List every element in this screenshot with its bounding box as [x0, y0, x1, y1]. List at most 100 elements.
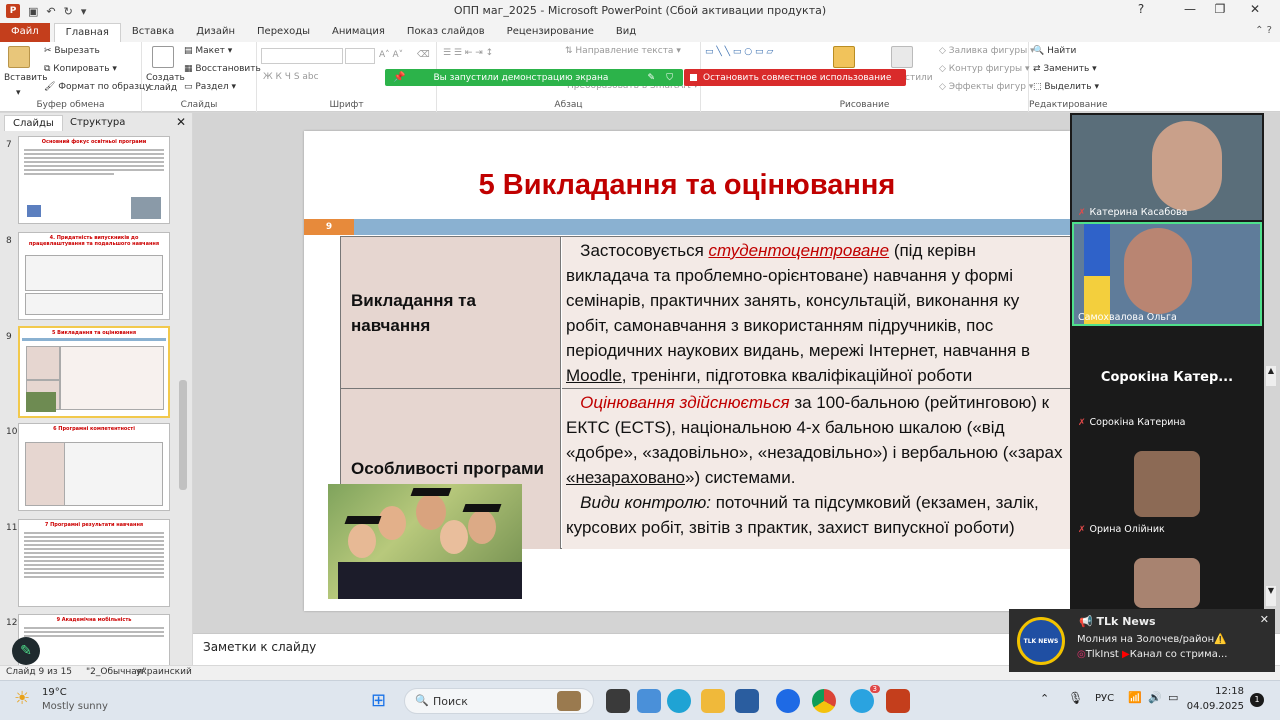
paste-button[interactable]: Вставить	[4, 73, 48, 83]
tab-view[interactable]: Вид	[605, 23, 647, 42]
new-slide-button[interactable]: Создать слайд	[146, 73, 185, 93]
paste-icon[interactable]	[8, 46, 30, 68]
notification-toast[interactable]: TLK NEWS 📢 TLk News Молния на Золочев/ра…	[1009, 609, 1275, 672]
tab-review[interactable]: Рецензирование	[496, 23, 605, 42]
layout-button[interactable]: ▤ Макет ▾	[184, 46, 232, 56]
arrange-icon[interactable]	[833, 46, 855, 68]
grow-font-icon[interactable]: A˄ A˅	[379, 50, 403, 60]
telegram-icon[interactable]: 3	[850, 685, 880, 713]
input-language[interactable]: РУС	[1095, 693, 1114, 704]
minimize-button[interactable]: —	[1175, 2, 1205, 16]
battery-icon[interactable]: ▭	[1168, 691, 1178, 704]
clock-time[interactable]: 12:18	[1196, 686, 1244, 697]
quick-styles-button[interactable]: стили	[905, 73, 933, 83]
close-panel-icon[interactable]: ✕	[176, 115, 186, 129]
tab-animation[interactable]: Анимация	[321, 23, 396, 42]
shape-fill-button[interactable]: ◇ Заливка фигуры ▾	[939, 46, 1035, 56]
participant-tile[interactable]: ✗ Орина Олійник	[1072, 435, 1262, 540]
tab-slides[interactable]: Слайды	[4, 115, 63, 131]
redo-icon[interactable]: ↻	[64, 5, 73, 18]
weather-desc[interactable]: Mostly sunny	[42, 701, 108, 712]
clear-format-icon[interactable]: ⌫	[417, 50, 430, 60]
font-style-icons[interactable]: Ж К Ч S abc	[263, 72, 319, 82]
volume-icon[interactable]: 🔊	[1148, 691, 1162, 704]
slide-title[interactable]: 5 Викладання та оцінювання	[304, 169, 1070, 202]
slide-thumbnail-7[interactable]: Основний фокус освітньої програми	[18, 136, 170, 224]
participant-tile[interactable]	[1072, 542, 1262, 608]
sun-icon[interactable]: ☀	[14, 688, 30, 709]
select-button[interactable]: ⬚ Выделить ▾	[1033, 82, 1099, 92]
reset-button[interactable]: ▦ Восстановить	[184, 64, 261, 74]
tab-home[interactable]: Главная	[53, 23, 121, 42]
font-name-input[interactable]	[261, 48, 343, 64]
weather-temp[interactable]: 19°C	[42, 687, 67, 698]
stop-sharing-button[interactable]: Остановить совместное использование	[684, 69, 906, 86]
tab-file[interactable]: Файл	[0, 23, 50, 42]
slide-thumbnail-10[interactable]: 6 Програмні компетентності	[18, 423, 170, 511]
tab-transitions[interactable]: Переходы	[246, 23, 321, 42]
graduates-photo[interactable]	[328, 484, 522, 599]
task-view-icon[interactable]	[606, 689, 630, 713]
font-size-input[interactable]	[345, 48, 375, 64]
zoom-icon[interactable]	[776, 689, 800, 713]
row1-line: викладача та проблемно-орієнтоване) навч…	[566, 266, 1014, 285]
tab-outline[interactable]: Структура	[62, 115, 133, 131]
shapes-gallery[interactable]: ▭ ╲ ╲ ▭ ○ ▭ ▱	[705, 47, 773, 57]
tab-slideshow[interactable]: Показ слайдов	[396, 23, 496, 42]
cut-button[interactable]: ✂ Вырезать	[44, 46, 100, 56]
widgets-icon[interactable]	[637, 689, 661, 713]
panel-scrollbar-thumb[interactable]	[179, 380, 187, 490]
section-button[interactable]: ▭ Раздел ▾	[184, 82, 236, 92]
help-icon[interactable]: ⌃ ?	[1255, 25, 1272, 36]
participant-tile[interactable]: ✗ Катерина Касабова	[1072, 115, 1262, 220]
file-explorer-icon[interactable]	[701, 689, 725, 713]
text-direction-button[interactable]: ⇅ Направление текста ▾	[565, 46, 681, 56]
quick-styles-icon[interactable]	[891, 46, 913, 68]
slide-thumbnail-9[interactable]: 5 Викладання та оцінювання	[18, 326, 170, 418]
tray-chevron-icon[interactable]: ⌃	[1040, 692, 1049, 705]
powerpoint-taskbar-icon[interactable]	[886, 689, 910, 713]
paste-dropdown-icon[interactable]: ▾	[16, 88, 21, 98]
maximize-button[interactable]: ❐	[1205, 2, 1235, 16]
tab-design[interactable]: Дизайн	[185, 23, 246, 42]
find-button[interactable]: 🔍 Найти	[1033, 46, 1076, 56]
store-icon[interactable]	[735, 689, 759, 713]
slide-thumbnail-8[interactable]: 4. Придатність випускників до працевлашт…	[18, 232, 170, 320]
participant-name: ✗ Сорокіна Катерина	[1078, 417, 1186, 428]
wifi-icon[interactable]: 📶	[1128, 691, 1142, 704]
save-icon[interactable]: ▣	[28, 5, 38, 18]
list-icons[interactable]: ☰ ☰ ⇤ ⇥ ↕	[443, 48, 493, 58]
toast-close-icon[interactable]: ✕	[1260, 613, 1269, 626]
participant-tile[interactable]: Сорокіна Катер... ✗ Сорокіна Катерина	[1072, 328, 1262, 433]
powerpoint-logo-icon[interactable]: P	[6, 4, 20, 18]
customize-quick-access-icon[interactable]: ▾	[81, 5, 87, 18]
new-slide-icon[interactable]	[152, 46, 174, 68]
chrome-icon[interactable]	[812, 689, 836, 713]
slide-header-band	[304, 219, 1070, 235]
replace-button[interactable]: ⇄ Заменить ▾	[1033, 64, 1097, 74]
help-icon[interactable]: ?	[1126, 2, 1156, 16]
shape-effects-button[interactable]: ◇ Эффекты фигур ▾	[939, 82, 1033, 92]
format-painter-button[interactable]: 🖌 Формат по образцу	[44, 82, 150, 92]
shield-icon[interactable]: ⛉	[666, 73, 673, 83]
pen-icon[interactable]: ✎	[647, 73, 655, 83]
undo-icon[interactable]: ↶	[46, 5, 55, 18]
edge-icon[interactable]	[667, 689, 691, 713]
close-button[interactable]: ✕	[1240, 2, 1270, 16]
microphone-icon[interactable]: 🎙	[1068, 691, 1083, 705]
video-scroll-down-icon[interactable]: ▼	[1266, 586, 1276, 606]
copy-button[interactable]: ⧉ Копировать ▾	[44, 64, 117, 74]
edit-fab-icon[interactable]: ✎	[12, 637, 40, 665]
clock-date[interactable]: 04.09.2025	[1186, 701, 1244, 712]
video-scroll-up-icon[interactable]: ▲	[1266, 366, 1276, 386]
slide-thumbnail-12[interactable]: 9 Академічна мобільність	[18, 614, 170, 666]
pin-icon[interactable]: 📌	[393, 72, 405, 83]
notification-count[interactable]: 1	[1250, 693, 1264, 707]
language-indicator[interactable]: украинский	[136, 667, 192, 677]
tab-insert[interactable]: Вставка	[121, 23, 185, 42]
search-box[interactable]: 🔍 Поиск	[404, 688, 594, 714]
shape-outline-button[interactable]: ◇ Контур фигуры ▾	[939, 64, 1030, 74]
slide-thumbnail-11[interactable]: 7 Програмні результати навчання	[18, 519, 170, 607]
windows-start-icon[interactable]: ⊞	[371, 690, 386, 711]
participant-tile-active[interactable]: Самохвалова Ольга	[1072, 222, 1262, 326]
